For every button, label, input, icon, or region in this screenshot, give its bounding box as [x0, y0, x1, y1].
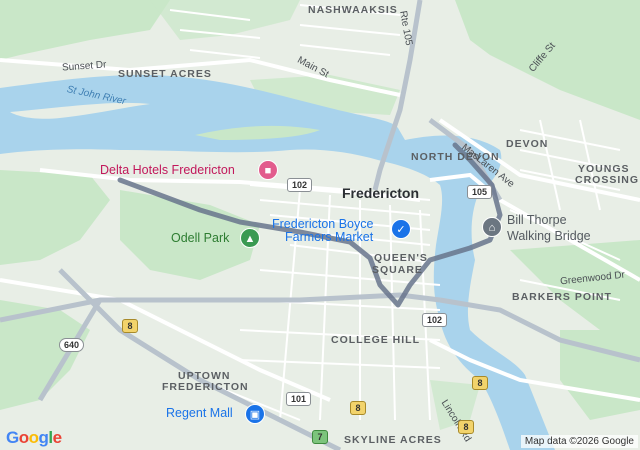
- route-shield-8-centre: 8: [350, 401, 366, 415]
- poi-label-odell-park[interactable]: Odell Park: [171, 231, 229, 245]
- route-shield-102-south: 102: [422, 313, 448, 327]
- shopping-cart-icon[interactable]: ✓: [391, 219, 411, 239]
- poi-label-market-2[interactable]: Farmers Market: [285, 230, 373, 244]
- route-shield-7: 7: [312, 430, 328, 444]
- area-label-crossing: CROSSING: [575, 174, 640, 186]
- poi-label-delta-hotels[interactable]: Delta Hotels Fredericton: [100, 163, 235, 177]
- area-label-fredericton-uptown: FREDERICTON: [162, 381, 249, 393]
- area-label-nashwaaksis: NASHWAAKSIS: [308, 4, 398, 16]
- area-label-devon: DEVON: [506, 138, 549, 150]
- poi-label-market-1[interactable]: Fredericton Boyce: [272, 217, 373, 231]
- route-shield-8-west: 8: [122, 319, 138, 333]
- area-label-barkers-point: BARKERS POINT: [512, 291, 612, 303]
- poi-label-regent-mall[interactable]: Regent Mall: [166, 406, 233, 420]
- map-canvas[interactable]: NASHWAAKSIS SUNSET ACRES NORTH DEVON DEV…: [0, 0, 640, 450]
- shopping-bag-icon[interactable]: ▣: [245, 404, 265, 424]
- area-label-skyline-acres: SKYLINE ACRES: [344, 434, 442, 446]
- google-logo: Google: [6, 428, 62, 447]
- poi-label-bridge-2[interactable]: Walking Bridge: [507, 229, 591, 243]
- area-label-sunset-acres: SUNSET ACRES: [118, 68, 212, 80]
- city-label: Fredericton: [342, 185, 420, 201]
- tree-icon[interactable]: ▲: [240, 228, 260, 248]
- area-label-college-hill: COLLEGE HILL: [331, 334, 420, 346]
- area-label-queens: QUEEN'S: [374, 252, 428, 264]
- route-shield-8-east: 8: [472, 376, 488, 390]
- area-label-square: SQUARE: [372, 264, 423, 276]
- route-shield-640: 640: [59, 338, 85, 352]
- route-shield-101: 101: [286, 392, 312, 406]
- map-attribution[interactable]: Map data ©2026 Google: [520, 435, 638, 448]
- route-shield-105: 105: [467, 185, 493, 199]
- bed-icon[interactable]: ■: [258, 160, 278, 180]
- bridge-icon[interactable]: ⌂: [482, 217, 502, 237]
- route-shield-102: 102: [287, 178, 313, 192]
- poi-label-bridge-1[interactable]: Bill Thorpe: [507, 213, 567, 227]
- route-shield-8-south: 8: [458, 420, 474, 434]
